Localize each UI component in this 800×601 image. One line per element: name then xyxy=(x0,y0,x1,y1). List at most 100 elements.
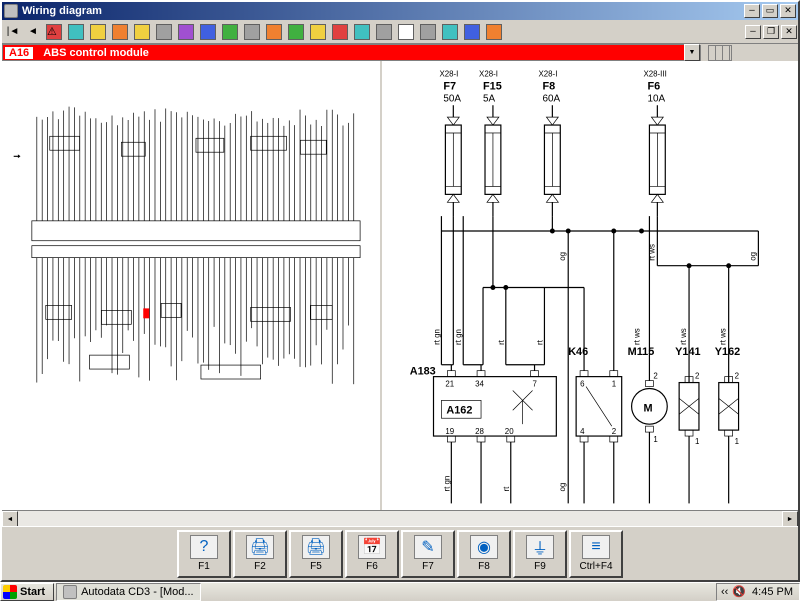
svg-text:1: 1 xyxy=(612,380,617,389)
overview-pane[interactable]: → xyxy=(2,61,382,510)
toolbar: |◄ ◄ ⚠ ─ ❐ ✕ xyxy=(2,20,798,44)
taskbar-app-icon xyxy=(63,585,77,599)
tool-misc3-button[interactable] xyxy=(483,21,505,43)
svg-text:4: 4 xyxy=(580,427,585,436)
component-name: ABS control module xyxy=(43,47,149,59)
component-code: A16 xyxy=(5,47,33,59)
screen-icon xyxy=(420,24,436,40)
page-control[interactable] xyxy=(700,45,738,61)
calendar-icon: 📅 xyxy=(358,535,386,559)
svg-text:1: 1 xyxy=(695,437,700,446)
svg-text:10A: 10A xyxy=(647,93,665,104)
svg-text:Y141: Y141 xyxy=(675,346,700,358)
tool-gear-button[interactable] xyxy=(131,21,153,43)
fkey-f6-button[interactable]: 📅 F6 xyxy=(345,530,399,578)
maximize-button[interactable]: ▭ xyxy=(762,4,778,18)
relay-icon xyxy=(310,24,326,40)
titlebar[interactable]: Wiring diagram ─ ▭ ✕ xyxy=(2,2,798,20)
svg-text:21: 21 xyxy=(445,380,454,389)
tool-fuse-button[interactable] xyxy=(373,21,395,43)
overview-schematic: → xyxy=(2,61,380,510)
scroll-right-button[interactable]: ► xyxy=(782,511,798,527)
car-icon xyxy=(178,24,194,40)
windows-logo-icon xyxy=(3,585,17,599)
tool-engine-button[interactable] xyxy=(87,21,109,43)
misc3-icon xyxy=(486,24,502,40)
fkey-f2-button[interactable]: 🖨F2 xyxy=(233,530,287,578)
module-ref: A183 xyxy=(410,366,436,378)
print-icon: 🖨 xyxy=(246,535,274,559)
tool-rotate-button[interactable] xyxy=(65,21,87,43)
tool-misc2-button[interactable] xyxy=(461,21,483,43)
tool-misc1-button[interactable] xyxy=(439,21,461,43)
key-icon xyxy=(244,24,260,40)
fkey-label: F9 xyxy=(534,561,546,572)
tool-piston-button[interactable] xyxy=(109,21,131,43)
piston-icon xyxy=(112,24,128,40)
spring-icon xyxy=(200,24,216,40)
tool-key-button[interactable] xyxy=(241,21,263,43)
tool-relay-button[interactable] xyxy=(307,21,329,43)
child-minimize-button[interactable]: ─ xyxy=(745,25,761,39)
tool-screen-button[interactable] xyxy=(417,21,439,43)
content-area: → X28-IF750AX28-IF155AX28-IF860AX28-IIIF… xyxy=(2,61,798,510)
svg-text:5A: 5A xyxy=(483,93,496,104)
svg-text:rt: rt xyxy=(497,339,506,345)
taskbar-app-button[interactable]: Autodata CD3 - [Mod... xyxy=(56,583,201,601)
svg-text:rt gn: rt gn xyxy=(454,329,463,345)
taskbar: Start Autodata CD3 - [Mod... ‹‹ 🔇 4:45 P… xyxy=(0,582,800,600)
fkey-f5-button[interactable]: 🖨F5 xyxy=(289,530,343,578)
svg-text:og: og xyxy=(558,483,567,492)
main-window: Wiring diagram ─ ▭ ✕ |◄ ◄ ⚠ ─ ❐ ✕ xyxy=(0,0,800,582)
fkey-ctrlf4-button[interactable]: ≡Ctrl+F4 xyxy=(569,530,623,578)
pen-icon: ✎ xyxy=(414,535,442,559)
fkey-f1-button[interactable]: ? F1 xyxy=(177,530,231,578)
socket-icon: ⏚ xyxy=(526,535,554,559)
tool-lift-button[interactable] xyxy=(219,21,241,43)
fkey-f7-button[interactable]: ✎F7 xyxy=(401,530,455,578)
fkey-label: F6 xyxy=(366,561,378,572)
app-icon xyxy=(4,4,18,18)
tool-disc-button[interactable] xyxy=(153,21,175,43)
tray-icon-2[interactable]: 🔇 xyxy=(732,585,746,598)
tool-spring-button[interactable] xyxy=(197,21,219,43)
child-restore-button[interactable]: ❐ xyxy=(763,25,779,39)
cable-icon xyxy=(332,24,348,40)
tool-warning-button[interactable]: ⚠ xyxy=(43,21,65,43)
tray-icon-1[interactable]: ‹‹ xyxy=(721,586,728,598)
function-bar: ? F1 🖨F2🖨F5 📅 F6 ✎F7◉F8 ⏚ F9 ≡Ctrl+F4 xyxy=(2,526,798,580)
fkey-label: Ctrl+F4 xyxy=(579,561,612,572)
tool-cable-button[interactable] xyxy=(329,21,351,43)
svg-text:2: 2 xyxy=(735,372,739,381)
close-button[interactable]: ✕ xyxy=(780,4,796,18)
child-close-button[interactable]: ✕ xyxy=(781,25,797,39)
scroll-track[interactable] xyxy=(18,511,782,526)
svg-text:rt: rt xyxy=(502,486,511,492)
component-bar: A16 ABS control module xyxy=(2,44,684,61)
tool-car-button[interactable] xyxy=(175,21,197,43)
fkey-f9-button[interactable]: ⏚ F9 xyxy=(513,530,567,578)
minimize-button[interactable]: ─ xyxy=(744,4,760,18)
detail-pane[interactable]: X28-IF750AX28-IF155AX28-IF860AX28-IIIF61… xyxy=(382,61,798,510)
engine-icon xyxy=(90,24,106,40)
tool-pc-button[interactable] xyxy=(395,21,417,43)
svg-text:F6: F6 xyxy=(647,80,660,92)
fkey-label: F1 xyxy=(198,561,210,572)
system-tray[interactable]: ‹‹ 🔇 4:45 PM xyxy=(716,583,800,601)
tool-wrench-button[interactable] xyxy=(351,21,373,43)
svg-text:→: → xyxy=(12,150,22,161)
help-icon: ? xyxy=(190,535,218,559)
nav-first-button[interactable]: |◄ xyxy=(3,22,23,42)
nav-prev-button[interactable]: ◄ xyxy=(23,22,43,42)
gear-icon xyxy=(134,24,150,40)
svg-text:2: 2 xyxy=(612,427,616,436)
component-dropdown-button[interactable]: ▼ xyxy=(684,44,700,61)
start-button[interactable]: Start xyxy=(0,583,54,601)
tool-chip-button[interactable] xyxy=(285,21,307,43)
scroll-left-button[interactable]: ◄ xyxy=(2,511,18,527)
svg-text:1: 1 xyxy=(653,435,658,444)
wrench-icon xyxy=(354,24,370,40)
tool-meter-button[interactable] xyxy=(263,21,285,43)
fkey-f8-button[interactable]: ◉F8 xyxy=(457,530,511,578)
horizontal-scrollbar[interactable]: ◄ ► xyxy=(2,510,798,526)
